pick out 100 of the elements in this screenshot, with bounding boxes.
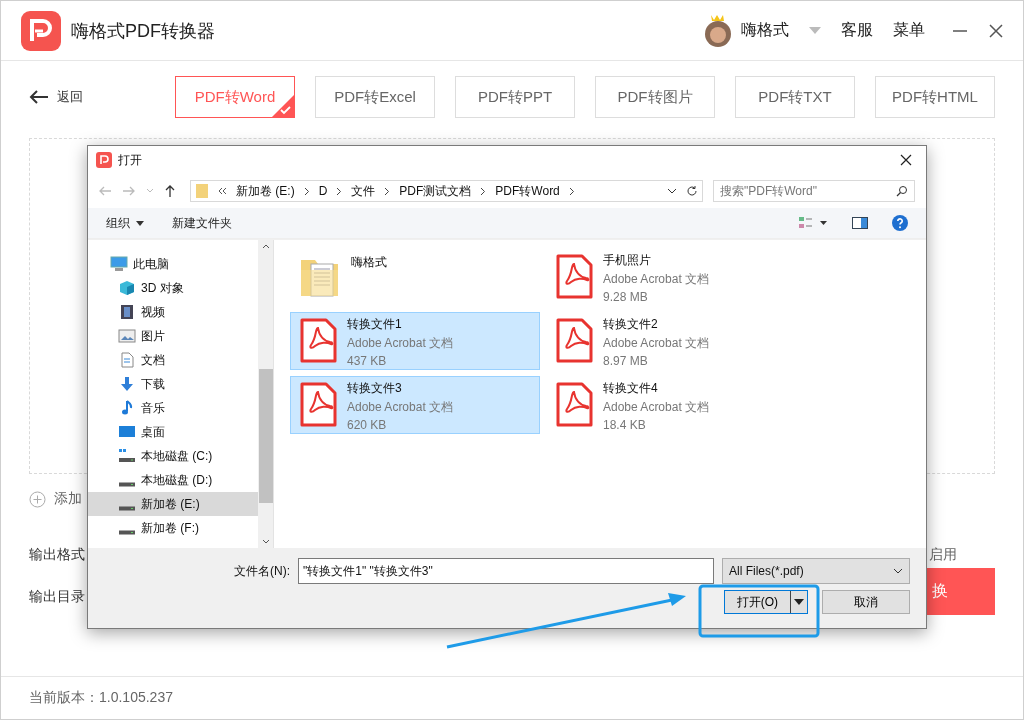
format-tab[interactable]: PDF转图片 (595, 76, 715, 118)
close-icon[interactable] (900, 154, 912, 166)
dropdown-icon (893, 568, 903, 574)
nav-item[interactable]: 3D 对象 (88, 276, 258, 300)
refresh-icon[interactable] (686, 185, 698, 197)
file-name: 转换文件3 (347, 380, 403, 397)
help-icon[interactable] (892, 215, 908, 231)
pdf-file-icon (555, 318, 593, 364)
drive-icon (118, 448, 136, 464)
directory-label: 输出目录 (29, 587, 85, 606)
file-item[interactable]: 转换文件4 Adobe Acrobat 文档 18.4 KB (546, 376, 796, 434)
file-item[interactable]: 嗨格式 (290, 248, 540, 306)
path-segment[interactable]: D (318, 184, 328, 198)
double-chevron-icon[interactable] (218, 187, 227, 195)
path-segment[interactable]: PDF转Word (495, 182, 560, 200)
dropdown-icon[interactable] (667, 188, 677, 194)
file-name: 转换文件1 (347, 316, 403, 333)
app-logo-icon (96, 152, 112, 168)
film-icon (118, 304, 136, 320)
close-icon[interactable] (989, 23, 1003, 38)
preview-pane-icon[interactable] (852, 217, 868, 229)
cube-icon (118, 280, 136, 296)
enable-label: 启用 (929, 546, 957, 564)
chevron-icon[interactable] (568, 186, 575, 196)
file-size: 620 KB (347, 418, 388, 432)
format-label: 输出格式 (29, 546, 85, 564)
filename-field[interactable]: "转换文件1" "转换文件3" (298, 558, 714, 584)
file-type-dropdown[interactable]: All Files(*.pdf) (722, 558, 910, 584)
up-arrow-icon[interactable] (164, 184, 176, 198)
file-item[interactable]: 手机照片 Adobe Acrobat 文档 9.28 MB (546, 248, 796, 306)
nav-item[interactable]: 本地磁盘 (C:) (88, 444, 258, 468)
app-title: 嗨格式PDF转换器 (71, 19, 216, 43)
caret-icon (136, 220, 144, 226)
file-item[interactable]: 转换文件3 Adobe Acrobat 文档 620 KB (290, 376, 540, 434)
nav-item[interactable]: 新加卷 (F:) (88, 516, 258, 540)
nav-item[interactable]: 视频 (88, 300, 258, 324)
file-name: 转换文件2 (603, 316, 659, 333)
dialog-title: 打开 (118, 151, 143, 169)
new-folder-button[interactable]: 新建文件夹 (172, 214, 232, 232)
user-name[interactable]: 嗨格式 (741, 20, 789, 41)
address-bar[interactable]: 新加卷 (E:) D 文件 PDF测试文档 PDF转Word (190, 180, 703, 202)
nav-item[interactable]: 下载 (88, 372, 258, 396)
path-segment[interactable]: 文件 (351, 182, 376, 200)
desktop-icon (118, 424, 136, 440)
open-button[interactable]: 打开(O) (723, 590, 808, 614)
add-file-label[interactable]: 添加 (54, 490, 82, 508)
chevron-icon[interactable] (303, 186, 310, 196)
file-size: 18.4 KB (603, 418, 647, 432)
nav-item[interactable]: 桌面 (88, 420, 258, 444)
view-options-icon[interactable] (798, 216, 828, 230)
search-field[interactable]: 搜索"PDF转Word" (713, 180, 915, 202)
nav-item[interactable]: 新加卷 (E:) (88, 492, 258, 516)
file-type: Adobe Acrobat 文档 (347, 335, 454, 352)
folder-icon (195, 183, 209, 199)
document-icon (118, 352, 136, 368)
format-tab[interactable]: PDF转TXT (735, 76, 855, 118)
nav-item[interactable]: 图片 (88, 324, 258, 348)
file-type: Adobe Acrobat 文档 (347, 399, 454, 416)
back-button[interactable]: 返回 (29, 88, 175, 106)
format-tab[interactable]: PDF转HTML (875, 76, 995, 118)
file-name: 嗨格式 (351, 254, 387, 271)
dropdown-icon (794, 599, 804, 605)
nav-item[interactable]: 文档 (88, 348, 258, 372)
file-item[interactable]: 转换文件2 Adobe Acrobat 文档 8.97 MB (546, 312, 796, 370)
chevron-icon[interactable] (384, 186, 391, 196)
nav-item[interactable]: 此电脑 (88, 252, 258, 276)
chevron-icon[interactable] (480, 186, 487, 196)
pdf-file-icon (299, 382, 337, 428)
header-link[interactable]: 客服 (841, 20, 873, 41)
filename-label: 文件名(N): (234, 562, 290, 580)
file-size: 8.97 MB (603, 354, 649, 368)
file-item[interactable]: 转换文件1 Adobe Acrobat 文档 437 KB (290, 312, 540, 370)
file-name: 转换文件4 (603, 380, 659, 397)
path-segment[interactable]: PDF测试文档 (399, 182, 472, 200)
scrollbar[interactable] (258, 240, 274, 548)
path-segment[interactable]: 新加卷 (E:) (236, 182, 295, 200)
drive-icon (118, 529, 136, 535)
file-size: 9.28 MB (603, 290, 649, 304)
version-text: 当前版本：1.0.105.237 (29, 689, 173, 707)
back-arrow-icon (29, 89, 49, 105)
file-name: 手机照片 (603, 252, 652, 269)
chevron-icon[interactable] (336, 186, 343, 196)
app-logo-icon (21, 10, 61, 51)
cancel-button[interactable]: 取消 (822, 590, 910, 614)
file-type: Adobe Acrobat 文档 (603, 399, 710, 416)
header-link[interactable]: 菜单 (893, 20, 925, 41)
pdf-file-icon (299, 318, 337, 364)
computer-icon (110, 256, 128, 272)
search-icon[interactable] (896, 185, 908, 197)
drive-icon (118, 505, 136, 511)
format-tab[interactable]: PDF转PPT (455, 76, 575, 118)
scroll-down-icon[interactable] (261, 539, 270, 544)
scroll-up-icon[interactable] (261, 244, 270, 249)
nav-item[interactable]: 音乐 (88, 396, 258, 420)
nav-item[interactable]: 本地磁盘 (D:) (88, 468, 258, 492)
organize-menu[interactable]: 组织 (106, 214, 144, 232)
picture-icon (118, 328, 136, 344)
format-tab[interactable]: PDF转Excel (315, 76, 435, 118)
file-size: 437 KB (347, 354, 388, 368)
minimize-icon[interactable] (953, 29, 967, 32)
